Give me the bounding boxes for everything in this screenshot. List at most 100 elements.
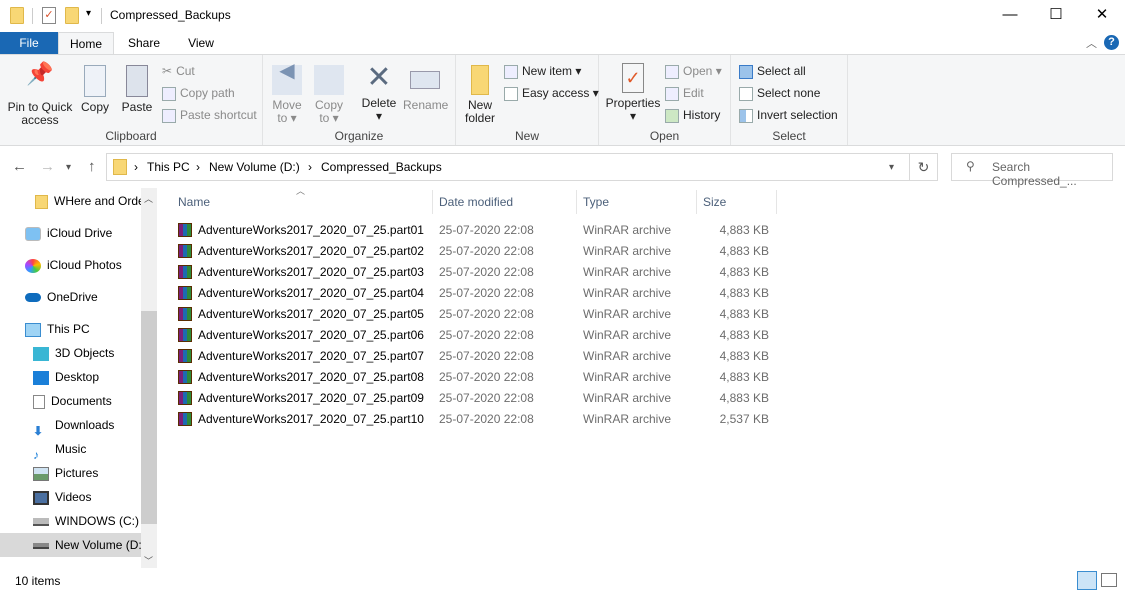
nav-item-pictures[interactable]: Pictures [0, 461, 141, 485]
chevron-right-icon[interactable]: › [196, 160, 200, 174]
paste-button[interactable]: Paste [118, 65, 156, 114]
breadcrumb-new-volume[interactable]: New Volume (D:) [209, 160, 300, 174]
pin-to-quick-access-button[interactable]: 📌 Pin to Quick access [4, 63, 76, 127]
new-item-label: New item [522, 64, 573, 78]
properties-button[interactable]: ✓ Properties ▾ [603, 63, 663, 123]
nav-item-this-pc[interactable]: This PC [0, 317, 141, 341]
nav-label: Documents [51, 394, 112, 408]
maximize-button[interactable]: ☐ [1033, 0, 1079, 32]
new-folder-button[interactable]: New folder [460, 65, 500, 125]
back-button[interactable]: ← [12, 158, 27, 175]
select-none-button[interactable]: Select none [739, 83, 820, 103]
delete-button[interactable]: ✕ Delete ▾ [359, 63, 399, 123]
file-name-cell: AdventureWorks2017_2020_07_25.part10 [178, 409, 424, 430]
tab-view[interactable]: View [178, 32, 224, 55]
nav-item-icloud-drive[interactable]: iCloud Drive [0, 221, 141, 245]
customize-quick-access-icon[interactable]: ▾ [86, 8, 91, 19]
address-dropdown-icon[interactable]: ▾ [889, 162, 894, 173]
nav-item-new-volume-d[interactable]: New Volume (D:) [0, 533, 141, 557]
tab-share[interactable]: Share [120, 32, 168, 55]
rename-button[interactable]: Rename [403, 65, 448, 112]
recent-locations-button[interactable]: ▾ [66, 162, 71, 173]
properties-quick-icon[interactable]: ✓ [42, 7, 56, 24]
column-header-name[interactable]: Name [172, 190, 433, 214]
file-row[interactable]: AdventureWorks2017_2020_07_25.part09 25-… [172, 388, 777, 409]
search-icon: ⚲ [966, 159, 975, 173]
chevron-right-icon[interactable]: › [134, 160, 138, 174]
date-modified-cell: 25-07-2020 22:08 [439, 244, 534, 258]
column-header-date-modified[interactable]: Date modified [433, 190, 577, 214]
new-folder-icon [471, 65, 489, 95]
copy-path-button[interactable]: Copy path [162, 83, 235, 103]
downloads-icon: ⬇ [33, 423, 44, 437]
nav-item-3d-objects[interactable]: 3D Objects [0, 341, 141, 365]
nav-item-windows-c[interactable]: WINDOWS (C:) [0, 509, 141, 533]
nav-item-videos[interactable]: Videos [0, 485, 141, 509]
large-icons-view-button[interactable] [1101, 573, 1117, 587]
nav-item-music[interactable]: ♪ Music [0, 437, 141, 461]
file-name-cell: AdventureWorks2017_2020_07_25.part07 [178, 346, 424, 367]
nav-item-where-and-order[interactable]: WHere and Order [0, 189, 141, 213]
new-folder-quick-icon[interactable] [65, 7, 79, 24]
copy-to-button[interactable]: Copy to ▾ [311, 65, 347, 125]
column-header-size[interactable]: Size [697, 190, 777, 214]
edit-button[interactable]: Edit [665, 83, 704, 103]
history-button[interactable]: History [665, 105, 720, 125]
address-bar[interactable]: › This PC › New Volume (D:) › Compressed… [106, 153, 910, 181]
file-row[interactable]: AdventureWorks2017_2020_07_25.part08 25-… [172, 367, 777, 388]
window-title: Compressed_Backups [110, 8, 231, 22]
type-cell: WinRAR archive [583, 391, 672, 405]
file-row[interactable]: AdventureWorks2017_2020_07_25.part10 25-… [172, 409, 777, 430]
nav-item-documents[interactable]: Documents [0, 389, 141, 413]
open-button[interactable]: Open ▾ [665, 61, 722, 81]
details-view-button[interactable] [1077, 571, 1097, 590]
paste-shortcut-button[interactable]: Paste shortcut [162, 105, 257, 125]
file-name-cell: AdventureWorks2017_2020_07_25.part02 [178, 241, 424, 262]
file-name: AdventureWorks2017_2020_07_25.part08 [198, 370, 424, 384]
tab-file[interactable]: File [0, 32, 58, 55]
nav-item-onedrive[interactable]: OneDrive [0, 285, 141, 309]
size-cell: 4,883 KB [719, 307, 769, 321]
column-header-type[interactable]: Type [577, 190, 697, 214]
breadcrumb-compressed-backups[interactable]: Compressed_Backups [321, 160, 442, 174]
winrar-archive-icon [178, 328, 192, 342]
up-button[interactable]: ↑ [88, 158, 96, 175]
tab-home[interactable]: Home [58, 32, 114, 55]
close-button[interactable]: ✕ [1079, 0, 1125, 32]
copy-button[interactable]: Copy [78, 65, 112, 114]
size-cell: 4,883 KB [719, 223, 769, 237]
search-input[interactable]: ⚲ Search Compressed_... [951, 153, 1113, 188]
new-item-button[interactable]: New item ▾ [504, 61, 581, 81]
file-row[interactable]: AdventureWorks2017_2020_07_25.part03 25-… [172, 262, 777, 283]
minimize-button[interactable]: — [987, 0, 1033, 32]
breadcrumb-this-pc[interactable]: This PC [147, 160, 190, 174]
scroll-up-icon[interactable]: ︿ [144, 192, 153, 205]
nav-label: Desktop [55, 370, 100, 384]
scroll-down-icon[interactable]: ﹀ [144, 554, 153, 567]
easy-access-icon [504, 86, 518, 101]
file-row[interactable]: AdventureWorks2017_2020_07_25.part07 25-… [172, 346, 777, 367]
file-row[interactable]: AdventureWorks2017_2020_07_25.part02 25-… [172, 241, 777, 262]
file-row[interactable]: AdventureWorks2017_2020_07_25.part04 25-… [172, 283, 777, 304]
file-row[interactable]: AdventureWorks2017_2020_07_25.part06 25-… [172, 325, 777, 346]
refresh-button[interactable]: ↻ [910, 153, 938, 181]
nav-item-icloud-photos[interactable]: iCloud Photos [0, 253, 141, 277]
help-icon[interactable]: ? [1104, 35, 1119, 50]
cut-button[interactable]: ✂ Cut [162, 61, 195, 81]
invert-selection-button[interactable]: Invert selection [739, 105, 838, 125]
file-row[interactable]: AdventureWorks2017_2020_07_25.part01 25-… [172, 220, 777, 241]
nav-item-downloads[interactable]: ⬇ Downloads [0, 413, 141, 437]
nav-item-desktop[interactable]: Desktop [0, 365, 141, 389]
nav-scrollbar-thumb[interactable] [141, 311, 157, 524]
collapse-ribbon-icon[interactable]: ︿ [1086, 35, 1097, 51]
nav-label: WINDOWS (C:) [55, 514, 139, 528]
easy-access-button[interactable]: Easy access ▾ [504, 83, 599, 103]
nav-label: Music [55, 442, 87, 456]
move-to-button[interactable]: ◀ Move to ▾ [269, 61, 305, 125]
type-cell: WinRAR archive [583, 223, 672, 237]
forward-button[interactable]: → [40, 158, 55, 175]
file-name-cell: AdventureWorks2017_2020_07_25.part05 [178, 304, 424, 325]
chevron-right-icon[interactable]: › [308, 160, 312, 174]
file-row[interactable]: AdventureWorks2017_2020_07_25.part05 25-… [172, 304, 777, 325]
select-all-button[interactable]: Select all [739, 61, 806, 81]
